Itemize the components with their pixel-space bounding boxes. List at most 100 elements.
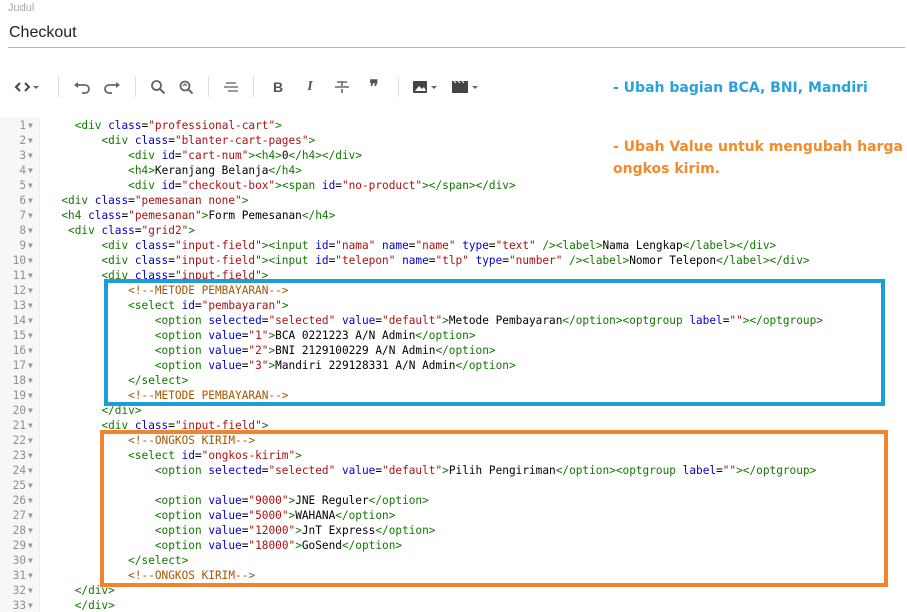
code-line[interactable]: 1 ▼ <div class="professional-cart">	[0, 118, 907, 133]
fold-arrow-icon[interactable]: ▼	[28, 118, 33, 133]
code-line[interactable]: 30 ▼ </select>	[0, 553, 907, 568]
code-text: <option value="1">BCA 0221223 A/N Admin<…	[154, 329, 476, 342]
code-line[interactable]: 13 ▼ <select id="pembayaran">	[0, 298, 907, 313]
fold-arrow-icon[interactable]: ▼	[28, 433, 33, 448]
code-line[interactable]: 33 ▼ </div>	[0, 598, 907, 612]
fold-arrow-icon[interactable]: ▼	[28, 328, 33, 343]
line-number: 24	[12, 464, 26, 477]
fold-arrow-icon[interactable]: ▼	[28, 253, 33, 268]
code-text: <div class="input-field">	[101, 269, 269, 282]
code-line[interactable]: 14 ▼ <option selected="selected" value="d…	[0, 313, 907, 328]
fold-arrow-icon[interactable]: ▼	[28, 268, 33, 283]
fold-arrow-icon[interactable]: ▼	[28, 313, 33, 328]
fold-arrow-icon[interactable]: ▼	[28, 223, 33, 238]
fold-arrow-icon[interactable]: ▼	[28, 538, 33, 553]
annotation-note-bank: - Ubah bagian BCA, BNI, Mandiri	[613, 80, 868, 96]
code-line[interactable]: 25 ▼	[0, 478, 907, 493]
code-line[interactable]: 19 ▼ <!--METODE PEMBAYARAN-->	[0, 388, 907, 403]
code-text: <!--ONGKOS KIRIM-->	[128, 434, 256, 447]
code-line[interactable]: 31 ▼ <!--ONGKOS KIRIM-->	[0, 568, 907, 583]
line-number: 3	[19, 149, 26, 162]
fold-arrow-icon[interactable]: ▼	[28, 208, 33, 223]
fold-arrow-icon[interactable]: ▼	[28, 463, 33, 478]
code-text: <div class="professional-cart">	[74, 119, 282, 132]
code-line[interactable]: 26 ▼ <option value="9000">JNE Reguler</op…	[0, 493, 907, 508]
code-line[interactable]: 28 ▼ <option value="12000">JnT Express</o…	[0, 523, 907, 538]
code-line[interactable]: 7 ▼ <h4 class="pemesanan">Form Pemesanan<…	[0, 208, 907, 223]
fold-arrow-icon[interactable]: ▼	[28, 193, 33, 208]
strikethrough-icon	[335, 81, 349, 93]
fold-arrow-icon[interactable]: ▼	[28, 238, 33, 253]
code-line[interactable]: 23 ▼ <select id="ongkos-kirim">	[0, 448, 907, 463]
code-line[interactable]: 6 ▼ <div class="pemesanan none">	[0, 193, 907, 208]
code-line[interactable]: 15 ▼ <option value="1">BCA 0221223 A/N Ad…	[0, 328, 907, 343]
code-line[interactable]: 10 ▼ <div class="input-field"><input id="…	[0, 253, 907, 268]
italic-button[interactable]: I	[294, 72, 326, 102]
fold-arrow-icon[interactable]: ▼	[28, 598, 33, 612]
undo-button[interactable]	[67, 72, 97, 102]
code-line[interactable]: 12 ▼ <!--METODE PEMBAYARAN-->	[0, 283, 907, 298]
search-button[interactable]	[144, 72, 172, 102]
fold-arrow-icon[interactable]: ▼	[28, 358, 33, 373]
code-line[interactable]: 29 ▼ <option value="18000">GoSend</option…	[0, 538, 907, 553]
fold-arrow-icon[interactable]: ▼	[28, 448, 33, 463]
title-input[interactable]	[8, 18, 905, 48]
format-button[interactable]	[217, 72, 245, 102]
fold-arrow-icon[interactable]: ▼	[28, 388, 33, 403]
fold-arrow-icon[interactable]: ▼	[28, 373, 33, 388]
line-number: 25	[12, 479, 26, 492]
fold-arrow-icon[interactable]: ▼	[28, 478, 33, 493]
insert-image-button[interactable]	[407, 72, 443, 102]
fold-arrow-icon[interactable]: ▼	[28, 493, 33, 508]
line-number: 18	[12, 374, 26, 387]
redo-button[interactable]	[97, 72, 127, 102]
code-line[interactable]: 9 ▼ <div class="input-field"><input id="n…	[0, 238, 907, 253]
code-line[interactable]: 24 ▼ <option selected="selected" value="d…	[0, 463, 907, 478]
code-line[interactable]: 16 ▼ <option value="2">BNI 2129100229 A/N…	[0, 343, 907, 358]
line-number: 16	[12, 344, 26, 357]
code-line[interactable]: 8 ▼ <div class="grid2">	[0, 223, 907, 238]
fold-arrow-icon[interactable]: ▼	[28, 553, 33, 568]
fold-arrow-icon[interactable]: ▼	[28, 523, 33, 538]
code-line[interactable]: 22 ▼ <!--ONGKOS KIRIM-->	[0, 433, 907, 448]
fold-arrow-icon[interactable]: ▼	[28, 163, 33, 178]
fold-arrow-icon[interactable]: ▼	[28, 298, 33, 313]
code-line[interactable]: 20 ▼ </div>	[0, 403, 907, 418]
code-text: </div>	[101, 404, 142, 417]
code-line[interactable]: 2 ▼ <div class="blanter-cart-pages">	[0, 133, 907, 148]
line-number: 8	[19, 224, 26, 237]
fold-arrow-icon[interactable]: ▼	[28, 343, 33, 358]
code-view-toggle[interactable]	[8, 72, 46, 102]
code-line[interactable]: 11 ▼ <div class="input-field">	[0, 268, 907, 283]
fold-arrow-icon[interactable]: ▼	[28, 568, 33, 583]
fold-arrow-icon[interactable]: ▼	[28, 403, 33, 418]
bold-button[interactable]: B	[262, 72, 294, 102]
code-line[interactable]: 27 ▼ <option value="5000">WAHANA</option>	[0, 508, 907, 523]
code-text: </div>	[74, 584, 115, 597]
code-line[interactable]: 32 ▼ </div>	[0, 583, 907, 598]
code-line[interactable]: 17 ▼ <option value="3">Mandiri 229128331 …	[0, 358, 907, 373]
code-line[interactable]: 5 ▼ <div id="checkout-box"><span id="no-p…	[0, 178, 907, 193]
code-line[interactable]: 21 ▼ <div class="input-field">	[0, 418, 907, 433]
fold-arrow-icon[interactable]: ▼	[28, 148, 33, 163]
line-number: 5	[19, 179, 26, 192]
code-editor[interactable]: 1 ▼ <div class="professional-cart"> 2 ▼ <di…	[0, 117, 907, 612]
code-line[interactable]: 4 ▼ <h4>Keranjang Belanja</h4>	[0, 163, 907, 178]
fold-arrow-icon[interactable]: ▼	[28, 133, 33, 148]
line-number: 11	[12, 269, 26, 282]
toolbar-divider	[208, 77, 209, 97]
fold-arrow-icon[interactable]: ▼	[28, 418, 33, 433]
code-line[interactable]: 18 ▼ </select>	[0, 373, 907, 388]
fold-arrow-icon[interactable]: ▼	[28, 178, 33, 193]
fold-arrow-icon[interactable]: ▼	[28, 283, 33, 298]
replace-button[interactable]	[172, 72, 200, 102]
code-line[interactable]: 3 ▼ <div id="cart-num"><h4>0</h4></div>	[0, 148, 907, 163]
code-text: <select id="ongkos-kirim">	[128, 449, 302, 462]
fold-arrow-icon[interactable]: ▼	[28, 583, 33, 598]
strikethrough-button[interactable]	[326, 72, 358, 102]
fold-arrow-icon[interactable]: ▼	[28, 508, 33, 523]
line-number: 17	[12, 359, 26, 372]
insert-video-button[interactable]	[447, 72, 483, 102]
quote-button[interactable]: ❞	[358, 72, 390, 102]
code-text: <option value="12000">JnT Express</optio…	[154, 524, 436, 537]
